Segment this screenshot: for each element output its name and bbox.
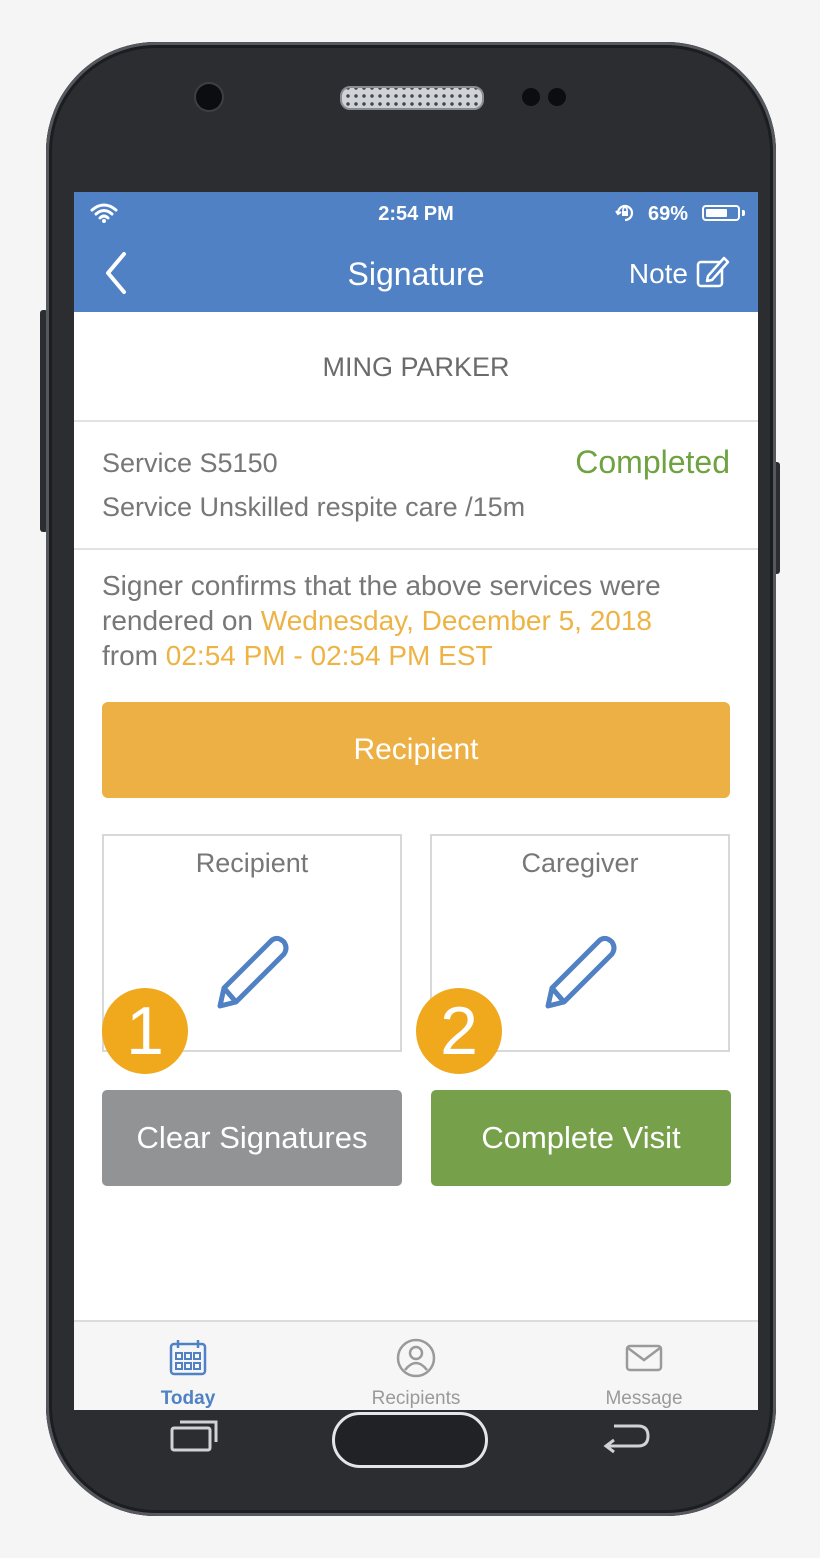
service-date: Wednesday, December 5, 2018 [260,605,652,636]
confirmation-text: Signer confirms that the above services … [102,568,742,673]
confirmation-line: Signer confirms that the above services … [102,570,661,601]
back-arrow-icon[interactable] [600,1418,654,1459]
service-time-range: 02:54 PM - 02:54 PM EST [165,640,493,671]
app-screen: 2:54 PM 69% Signature Note MING PARKER S… [74,192,758,1410]
tab-message[interactable]: Message [530,1322,758,1410]
recent-apps-icon[interactable] [168,1418,222,1459]
status-badge: Completed [575,444,730,480]
front-camera [196,84,222,110]
light-sensor [548,88,566,106]
edit-note-icon[interactable] [692,252,732,297]
tab-label: Recipients [371,1388,461,1409]
tab-label: Today [160,1388,216,1409]
envelope-icon [624,1338,664,1383]
callout-badge-1: 1 [102,988,188,1074]
recipient-name: MING PARKER [74,312,758,422]
note-button[interactable]: Note [629,258,688,290]
pencil-icon [210,932,294,1021]
tab-label: Message [605,1388,683,1409]
pencil-icon [538,932,622,1021]
status-bar: 2:54 PM 69% [74,192,758,236]
rendered-on-label: rendered on [102,605,261,636]
callout-badge-2: 2 [416,988,502,1074]
proximity-sensor [522,88,540,106]
signer-select-button[interactable]: Recipient [102,702,730,798]
battery-tip [742,210,745,216]
tab-bar: Today Recipients Message [74,1320,758,1410]
clear-signatures-button[interactable]: Clear Signatures [102,1090,402,1186]
calendar-icon [168,1338,208,1383]
signature-box-label: Recipient [195,848,309,878]
home-button[interactable] [332,1412,488,1468]
earpiece-speaker [340,86,484,110]
tab-recipients[interactable]: Recipients [302,1322,530,1410]
rotation-lock-icon [614,202,636,230]
service-code: Service S5150 [102,448,278,478]
battery-percent: 69% [648,203,689,225]
battery-icon [702,205,740,221]
nav-bar: Signature Note [74,236,758,312]
tab-today[interactable]: Today [74,1322,302,1410]
user-icon [396,1338,436,1383]
complete-visit-button[interactable]: Complete Visit [431,1090,731,1186]
from-label: from [102,640,166,671]
signature-box-label: Caregiver [521,848,639,878]
service-description: Service Unskilled respite care /15m [102,492,526,522]
service-info: Service S5150 Service Unskilled respite … [74,422,758,550]
